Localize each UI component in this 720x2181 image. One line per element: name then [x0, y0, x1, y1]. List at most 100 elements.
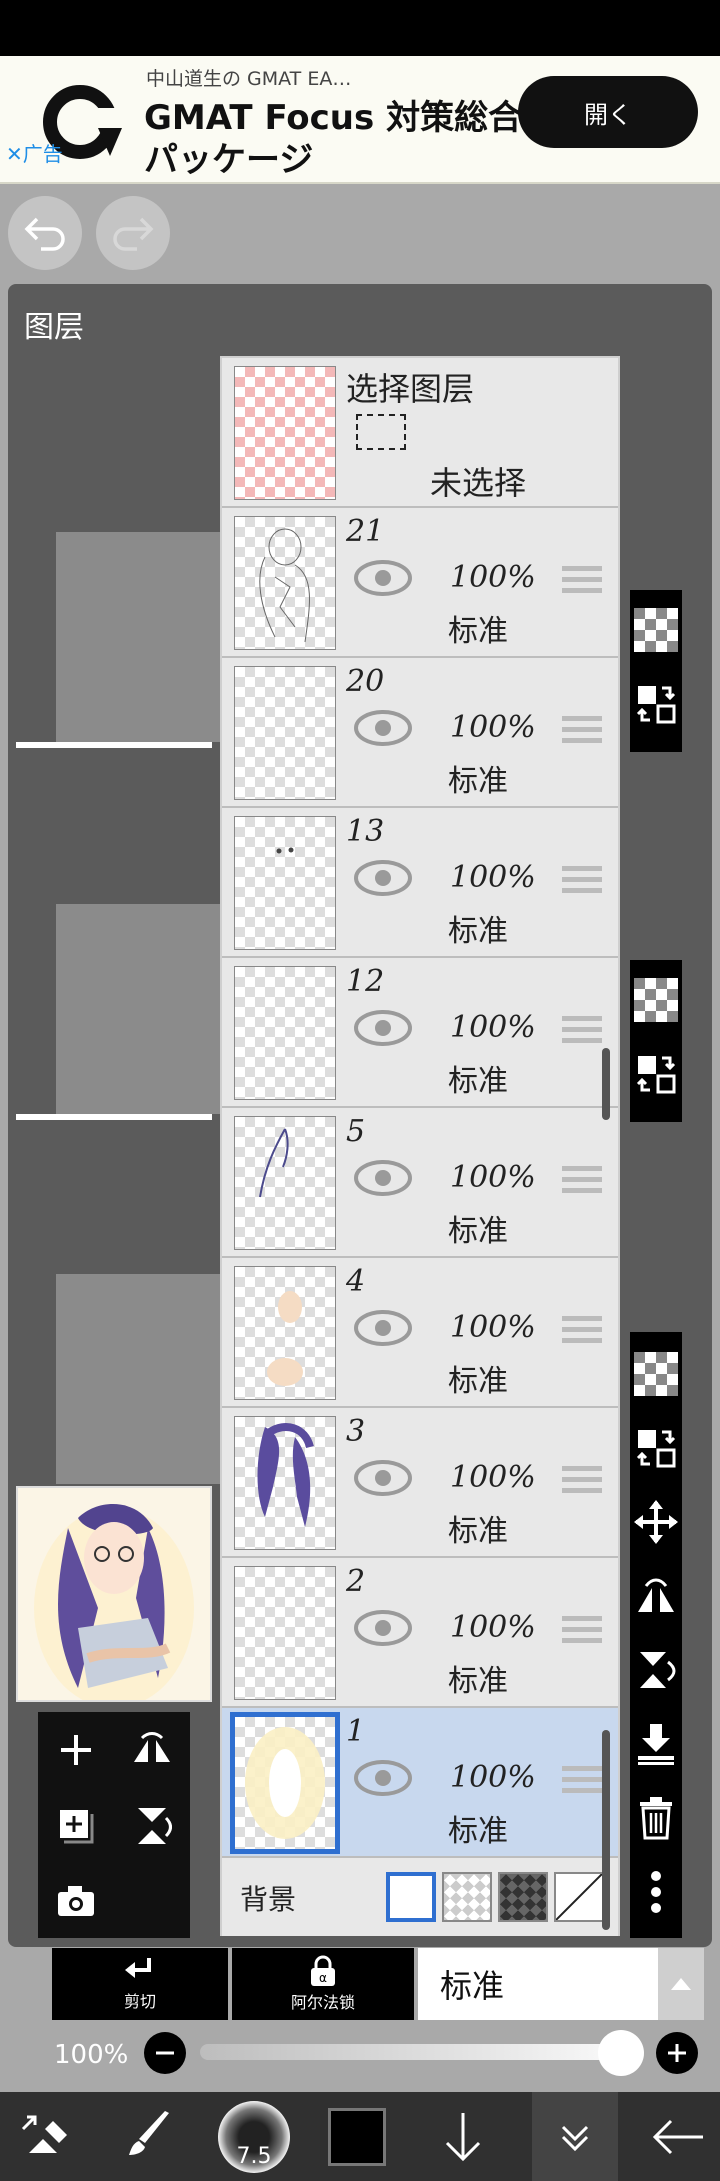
swap-icon — [636, 1056, 676, 1094]
color-button[interactable] — [314, 2092, 400, 2181]
canvas-divider — [16, 742, 212, 748]
layer-thumbnail — [234, 1566, 336, 1700]
transform-icon — [21, 2115, 67, 2153]
bg-dark-swatch[interactable] — [498, 1872, 548, 1922]
ad-banner[interactable]: 中山道生の GMAT EA… GMAT Focus 対策総合 パッケージ 開く … — [0, 56, 720, 184]
layer-row[interactable]: 21 100% 标准 — [222, 508, 618, 658]
layer-action-buttons — [38, 1712, 190, 1938]
move-button[interactable] — [630, 1490, 682, 1554]
alpha-lock-button[interactable]: α 阿尔法锁 — [232, 1948, 414, 2020]
layer-opacity: 100% — [450, 710, 536, 745]
camera-icon — [58, 1886, 94, 1916]
eye-icon[interactable] — [354, 1010, 412, 1046]
arrow-down-icon — [445, 2112, 481, 2161]
delete-layer-button[interactable] — [630, 1786, 682, 1850]
blend-dropdown-button[interactable] — [658, 1948, 704, 2020]
flip-vertical-button[interactable] — [114, 1788, 190, 1864]
drag-handle-icon[interactable] — [562, 1766, 602, 1796]
undo-button[interactable] — [8, 196, 82, 270]
eye-icon[interactable] — [354, 1760, 412, 1796]
layer-opacity: 100% — [450, 1760, 536, 1795]
layer-row[interactable]: 13 100% 标准 — [222, 808, 618, 958]
ad-open-button[interactable]: 開く — [518, 76, 698, 148]
clip-button[interactable]: 剪切 — [52, 1948, 228, 2020]
transform-tool-button[interactable] — [0, 2092, 86, 2181]
selection-layer-row[interactable]: 选择图层 未选择 — [222, 358, 618, 508]
layer-number: 21 — [346, 514, 385, 549]
layer-row[interactable]: 20 100% 标准 — [222, 658, 618, 808]
move-icon — [634, 1500, 678, 1544]
background-row: 背景 — [222, 1858, 618, 1936]
drag-handle-icon[interactable] — [562, 1016, 602, 1046]
redo-button[interactable] — [96, 196, 170, 270]
eye-icon[interactable] — [354, 1610, 412, 1646]
drag-handle-icon[interactable] — [562, 716, 602, 746]
layer-blend-mode: 标准 — [448, 1664, 508, 1699]
opacity-increase-button[interactable] — [656, 2032, 698, 2074]
layer-row-selected[interactable]: 1 100% 标准 — [222, 1708, 618, 1858]
eye-icon[interactable] — [354, 1310, 412, 1346]
list-scrollbar[interactable] — [602, 1048, 610, 1120]
layer-number: 1 — [346, 1714, 366, 1749]
eye-icon[interactable] — [354, 710, 412, 746]
flip-horizontal-button[interactable] — [114, 1712, 190, 1788]
transparency-button[interactable] — [630, 968, 682, 1032]
status-bar — [0, 0, 720, 56]
more-options-button[interactable] — [630, 1860, 682, 1924]
drag-handle-icon[interactable] — [562, 1166, 602, 1196]
brush-tool-button[interactable] — [104, 2092, 190, 2181]
transparency-button[interactable] — [630, 1342, 682, 1406]
canvas-preview-2 — [56, 904, 226, 1114]
clip-label: 剪切 — [123, 1992, 156, 2011]
ad-title-2: パッケージ — [144, 140, 314, 180]
brush-size-value: 7.5 — [236, 2143, 272, 2169]
plus-icon — [668, 2044, 686, 2062]
layer-row[interactable]: 4 100% 标准 — [222, 1258, 618, 1408]
list-scrollbar-2[interactable] — [602, 1730, 610, 1930]
opacity-slider-knob[interactable] — [598, 2030, 644, 2076]
drag-handle-icon[interactable] — [562, 1466, 602, 1496]
current-color-swatch — [328, 2107, 386, 2166]
swap-layer-button[interactable] — [630, 1416, 682, 1480]
artwork-thumbnail[interactable] — [16, 1486, 212, 1708]
layer-thumbnail — [234, 1116, 336, 1250]
back-button[interactable] — [634, 2092, 720, 2181]
bg-white-swatch[interactable] — [386, 1872, 436, 1922]
merge-down-button[interactable] — [630, 1712, 682, 1776]
ad-close-tag[interactable]: ✕广告 — [6, 138, 63, 167]
drag-handle-icon[interactable] — [562, 566, 602, 596]
eye-icon[interactable] — [354, 1160, 412, 1196]
swap-layer-button[interactable] — [630, 672, 682, 736]
blend-mode-select[interactable]: 标准 — [418, 1948, 658, 2020]
layer-row[interactable]: 5 100% 标准 — [222, 1108, 618, 1258]
eye-icon[interactable] — [354, 560, 412, 596]
brush-size-button[interactable]: 7.5 — [206, 2092, 302, 2181]
selection-marquee-icon — [356, 414, 406, 450]
layer-list[interactable]: 选择图层 未选择 21 100% 标准 20 100% 标准 13 100% 标… — [220, 356, 620, 1936]
add-layer-button[interactable] — [38, 1712, 114, 1788]
flip-vertical-tool[interactable] — [630, 1638, 682, 1702]
drag-handle-icon[interactable] — [562, 866, 602, 896]
add-copy-layer-button[interactable] — [38, 1788, 114, 1864]
layer-row[interactable]: 12 100% 标准 — [222, 958, 618, 1108]
layer-row[interactable]: 2 100% 标准 — [222, 1558, 618, 1708]
drag-handle-icon[interactable] — [562, 1616, 602, 1646]
drag-handle-icon[interactable] — [562, 1316, 602, 1346]
right-toolbar-2 — [630, 960, 682, 1122]
triangle-up-icon — [671, 1978, 691, 1990]
scroll-down-button[interactable] — [420, 2092, 506, 2181]
flip-horizontal-tool[interactable] — [630, 1564, 682, 1628]
right-toolbar-1 — [630, 590, 682, 752]
bg-transparent-swatch[interactable] — [442, 1872, 492, 1922]
camera-button[interactable] — [38, 1864, 114, 1938]
eye-icon[interactable] — [354, 1460, 412, 1496]
transparency-button[interactable] — [630, 598, 682, 662]
opacity-decrease-button[interactable] — [144, 2032, 186, 2074]
eye-icon[interactable] — [354, 860, 412, 896]
opacity-slider[interactable] — [200, 2044, 626, 2060]
flip-horizontal-icon — [134, 1732, 170, 1762]
layers-toggle-button[interactable] — [532, 2092, 618, 2181]
layer-row[interactable]: 3 100% 标准 — [222, 1408, 618, 1558]
bg-none-swatch[interactable] — [554, 1872, 604, 1922]
swap-layer-button[interactable] — [630, 1042, 682, 1106]
